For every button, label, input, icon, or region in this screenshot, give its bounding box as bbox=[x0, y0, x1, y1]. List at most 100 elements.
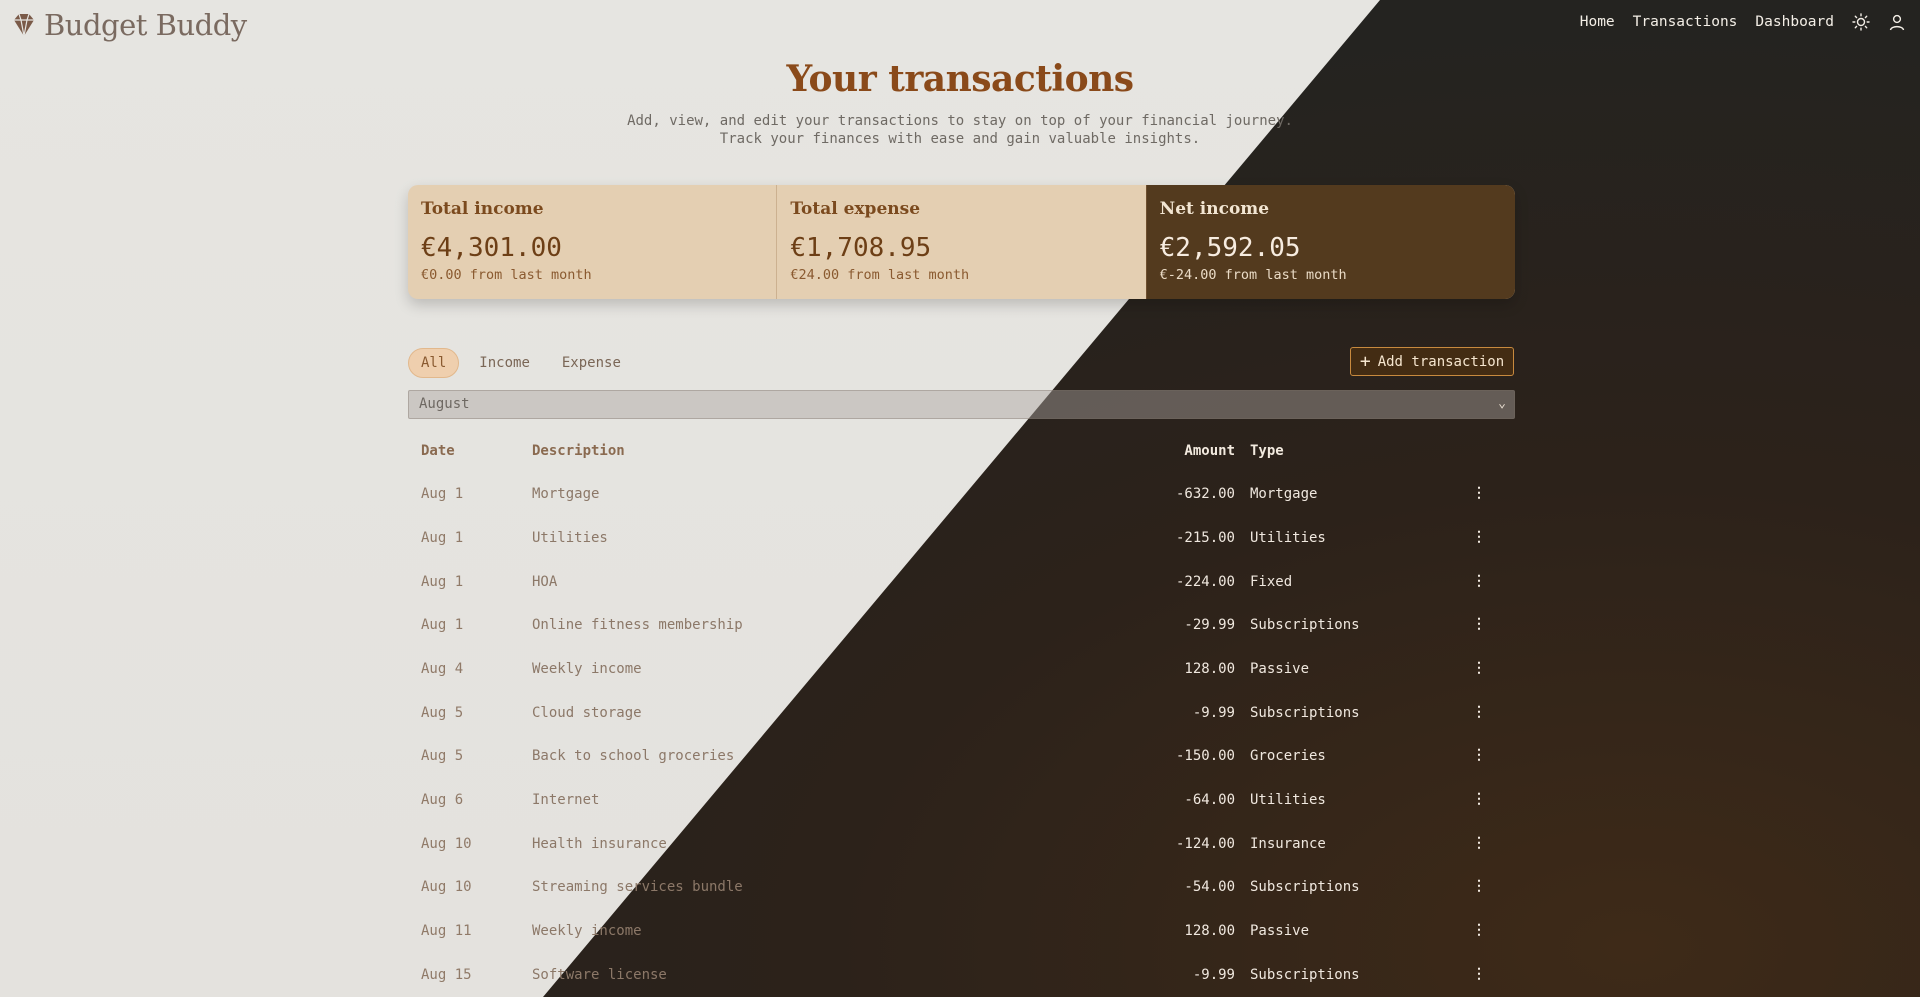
table-row[interactable]: Aug 11 Weekly income 128.00 Passive ⋮ bbox=[408, 922, 1515, 943]
more-vertical-icon[interactable]: ⋮ bbox=[1472, 922, 1486, 942]
cell-date: Aug 10 bbox=[421, 879, 472, 895]
more-vertical-icon[interactable]: ⋮ bbox=[1472, 878, 1486, 898]
table-row[interactable]: Aug 5 Back to school groceries -150.00 G… bbox=[408, 747, 1515, 768]
page-title: Your transactions bbox=[786, 58, 1134, 100]
diamond-icon bbox=[14, 13, 34, 37]
cell-date: Aug 1 bbox=[421, 617, 464, 633]
cell-amount: -124.00 bbox=[1175, 836, 1235, 852]
cell-description: HOA bbox=[532, 574, 558, 590]
page-subtitle: Add, view, and edit your transactions to… bbox=[0, 112, 1920, 148]
cell-date: Aug 11 bbox=[421, 923, 472, 939]
cell-description: Cloud storage bbox=[532, 705, 642, 721]
cell-date: Aug 5 bbox=[421, 705, 464, 721]
subtitle-line-2: Track your finances with ease and gain v… bbox=[719, 131, 1201, 147]
top-nav: Home Transactions Dashboard bbox=[1580, 13, 1906, 31]
app-name: Budget Buddy bbox=[44, 8, 247, 42]
cell-description: Utilities bbox=[532, 530, 608, 546]
cell-description: Weekly income bbox=[532, 923, 642, 939]
cell-type: Mortgage bbox=[1250, 486, 1318, 502]
cell-description: Mortgage bbox=[532, 486, 600, 502]
cell-amount: -224.00 bbox=[1175, 574, 1235, 590]
subtitle-line-1: Add, view, and edit your transactions to… bbox=[627, 113, 1293, 129]
table-row[interactable]: Aug 1 HOA -224.00 Fixed ⋮ bbox=[408, 573, 1515, 594]
cell-description: Software license bbox=[532, 967, 667, 983]
table-row[interactable]: Aug 10 Health insurance -124.00 Insuranc… bbox=[408, 835, 1515, 856]
cell-description: Back to school groceries bbox=[532, 748, 735, 764]
header-type[interactable]: Type bbox=[1250, 443, 1284, 459]
cell-date: Aug 15 bbox=[421, 967, 472, 983]
table-row[interactable]: Aug 1 Online fitness membership -29.99 S… bbox=[408, 616, 1515, 637]
more-vertical-icon[interactable]: ⋮ bbox=[1472, 529, 1486, 549]
more-vertical-icon[interactable]: ⋮ bbox=[1472, 747, 1486, 767]
cell-description: Weekly income bbox=[532, 661, 642, 677]
cell-amount: -9.99 bbox=[1192, 705, 1235, 721]
more-vertical-icon[interactable]: ⋮ bbox=[1472, 485, 1486, 505]
cell-amount: -9.99 bbox=[1192, 967, 1235, 983]
more-vertical-icon[interactable]: ⋮ bbox=[1472, 835, 1486, 855]
table-row[interactable]: Aug 15 Software license -9.99 Subscripti… bbox=[408, 966, 1515, 987]
type-filter-tabs: All Income Expense bbox=[408, 348, 633, 378]
table-row[interactable]: Aug 10 Streaming services bundle -54.00 … bbox=[408, 878, 1515, 899]
header-date[interactable]: Date bbox=[421, 443, 455, 459]
page: Budget Buddy Home Transactions Dashboard… bbox=[0, 0, 1920, 997]
stat-label: Total income bbox=[421, 199, 544, 219]
filter-income[interactable]: Income bbox=[467, 349, 542, 377]
logo[interactable]: Budget Buddy bbox=[10, 8, 247, 42]
cell-type: Passive bbox=[1250, 661, 1310, 677]
cell-date: Aug 5 bbox=[421, 748, 464, 764]
header-description[interactable]: Description bbox=[532, 443, 625, 459]
cell-type: Groceries bbox=[1250, 748, 1326, 764]
table-row[interactable]: Aug 4 Weekly income 128.00 Passive ⋮ bbox=[408, 660, 1515, 681]
cell-type: Subscriptions bbox=[1250, 967, 1360, 983]
cell-amount: 128.00 bbox=[1184, 923, 1235, 939]
stat-value: €4,301.00 bbox=[421, 233, 562, 263]
more-vertical-icon[interactable]: ⋮ bbox=[1472, 791, 1486, 811]
cell-type: Subscriptions bbox=[1250, 705, 1360, 721]
cell-date: Aug 4 bbox=[421, 661, 464, 677]
nav-home[interactable]: Home bbox=[1580, 14, 1615, 30]
stat-note: €24.00 from last month bbox=[790, 267, 970, 283]
more-vertical-icon[interactable]: ⋮ bbox=[1472, 704, 1486, 724]
sun-icon[interactable] bbox=[1852, 13, 1870, 31]
more-vertical-icon[interactable]: ⋮ bbox=[1472, 660, 1486, 680]
add-transaction-button[interactable]: + Add transaction bbox=[1350, 347, 1514, 376]
cell-amount: -29.99 bbox=[1184, 617, 1235, 633]
cell-description: Internet bbox=[532, 792, 600, 808]
stat-value: €1,708.95 bbox=[790, 233, 932, 263]
stat-total-income: Total income €4,301.00 €0.00 from last m… bbox=[408, 185, 776, 299]
cell-type: Fixed bbox=[1250, 574, 1293, 590]
more-vertical-icon[interactable]: ⋮ bbox=[1472, 616, 1486, 636]
nav-transactions[interactable]: Transactions bbox=[1633, 14, 1738, 30]
summary-cards: Total income €4,301.00 €0.00 from last m… bbox=[408, 185, 1515, 299]
table-header: Date Description Amount Type bbox=[408, 443, 1515, 463]
plus-icon: + bbox=[1359, 350, 1371, 372]
cell-amount: -150.00 bbox=[1175, 748, 1235, 764]
more-vertical-icon[interactable]: ⋮ bbox=[1472, 573, 1486, 593]
cell-amount: -64.00 bbox=[1184, 792, 1235, 808]
cell-date: Aug 10 bbox=[421, 836, 472, 852]
cell-type: Subscriptions bbox=[1250, 879, 1360, 895]
user-icon[interactable] bbox=[1888, 13, 1906, 31]
nav-dashboard[interactable]: Dashboard bbox=[1755, 14, 1834, 30]
filter-expense[interactable]: Expense bbox=[550, 349, 633, 377]
cell-type: Passive bbox=[1250, 923, 1310, 939]
more-vertical-icon[interactable]: ⋮ bbox=[1472, 966, 1486, 986]
add-transaction-label: Add transaction bbox=[1377, 353, 1505, 370]
stat-total-expense: Total expense €1,708.95 €24.00 from last… bbox=[776, 185, 1145, 299]
filter-all[interactable]: All bbox=[408, 348, 460, 378]
cell-amount: -632.00 bbox=[1175, 486, 1235, 502]
header-amount[interactable]: Amount bbox=[1184, 443, 1235, 459]
month-select-value: August bbox=[419, 396, 470, 412]
stat-label: Total expense bbox=[790, 199, 921, 219]
cell-description: Online fitness membership bbox=[532, 617, 743, 633]
table-row[interactable]: Aug 1 Mortgage -632.00 Mortgage ⋮ bbox=[408, 485, 1515, 506]
table-row[interactable]: Aug 1 Utilities -215.00 Utilities ⋮ bbox=[408, 529, 1515, 550]
cell-type: Subscriptions bbox=[1250, 617, 1360, 633]
cell-description: Streaming services bundle bbox=[532, 879, 743, 895]
table-row[interactable]: Aug 5 Cloud storage -9.99 Subscriptions … bbox=[408, 704, 1515, 725]
month-select[interactable]: August ⌄ bbox=[408, 390, 1515, 419]
stat-value: €2,592.05 bbox=[1159, 233, 1301, 263]
cell-date: Aug 1 bbox=[421, 486, 464, 502]
stat-note: €-24.00 from last month bbox=[1159, 267, 1347, 283]
table-row[interactable]: Aug 6 Internet -64.00 Utilities ⋮ bbox=[408, 791, 1515, 812]
